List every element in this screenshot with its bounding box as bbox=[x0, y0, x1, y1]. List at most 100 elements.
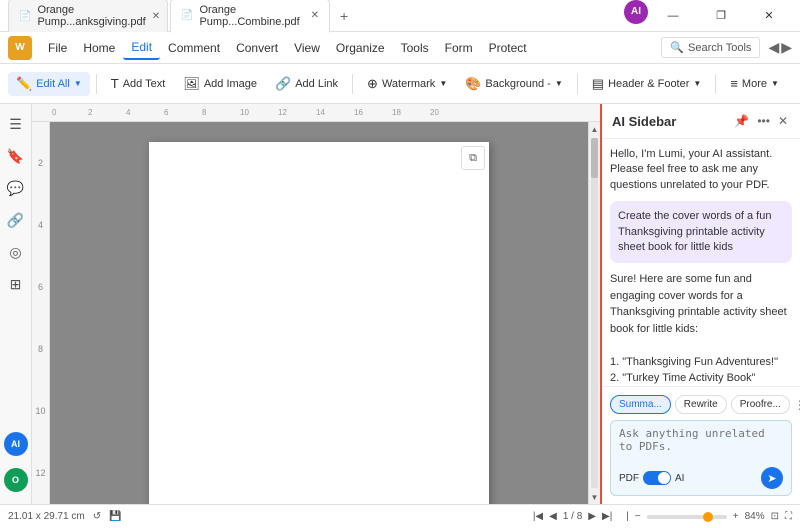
close-button[interactable]: ✕ bbox=[746, 0, 792, 32]
menu-view[interactable]: View bbox=[286, 37, 328, 59]
ai-sidebar-title: AI Sidebar bbox=[612, 114, 676, 129]
ai-close-button[interactable]: ✕ bbox=[776, 112, 790, 130]
menu-home[interactable]: Home bbox=[75, 37, 123, 59]
ruler-top: 0 2 4 6 8 10 12 14 16 18 20 bbox=[32, 104, 600, 122]
menu-comment[interactable]: Comment bbox=[160, 37, 228, 59]
watermark-icon: ⊕ bbox=[367, 76, 378, 92]
watermark-button[interactable]: ⊕ Watermark ▼ bbox=[359, 72, 455, 96]
nav-icon[interactable]: ☰ bbox=[4, 112, 28, 136]
pdf-page: ⧉ bbox=[50, 122, 588, 504]
ruler-left: 2 4 6 8 10 12 bbox=[32, 122, 50, 504]
chevron-down-icon-4: ▼ bbox=[693, 79, 701, 88]
tab-2[interactable]: 📄 Orange Pump...Combine.pdf ✕ bbox=[170, 0, 330, 33]
scroll-bar-right[interactable]: ▲ ▼ bbox=[588, 122, 600, 504]
search-tools[interactable]: 🔍 Search Tools bbox=[661, 37, 760, 58]
ai-tab-list: Summa... Rewrite Proofre... ⋮ bbox=[610, 395, 792, 414]
ai-pdf-label: PDF bbox=[619, 473, 639, 484]
rotate-icon[interactable]: ↺ bbox=[93, 511, 101, 522]
ai-pin-button[interactable]: 📌 bbox=[732, 112, 751, 130]
zoom-slider[interactable] bbox=[647, 515, 727, 519]
settings-icon[interactable]: O bbox=[4, 468, 28, 492]
left-panel: ☰ 🔖 💬 🔗 ◎ ⊞ AI O bbox=[0, 104, 32, 504]
separator-2 bbox=[352, 74, 353, 94]
ai-input-field[interactable] bbox=[619, 427, 783, 463]
header-icon: ▤ bbox=[592, 76, 604, 92]
background-button[interactable]: 🎨 Background - ▼ bbox=[457, 72, 571, 96]
menu-protect[interactable]: Protect bbox=[481, 37, 535, 59]
ai-input-footer: PDF AI ➤ bbox=[619, 467, 783, 489]
ai-sidebar-header: AI Sidebar 📌 ••• ✕ bbox=[602, 104, 800, 139]
add-link-button[interactable]: 🔗 Add Link bbox=[267, 72, 346, 96]
ai-footer: Summa... Rewrite Proofre... ⋮ PDF AI ➤ bbox=[602, 386, 800, 504]
menu-convert[interactable]: Convert bbox=[228, 37, 286, 59]
scroll-up-button[interactable]: ▲ bbox=[589, 122, 600, 136]
comment-icon[interactable]: 💬 bbox=[4, 176, 28, 200]
tab-1[interactable]: 📄 Orange Pump...anksgiving.pdf ✕ bbox=[8, 0, 168, 32]
menu-organize[interactable]: Organize bbox=[328, 37, 393, 59]
nav-last-button[interactable]: ▶| bbox=[602, 511, 612, 522]
ai-button[interactable]: AI bbox=[624, 0, 648, 24]
signature-icon[interactable]: ◎ bbox=[4, 240, 28, 264]
fit-page-button[interactable]: ⊡ bbox=[771, 511, 779, 522]
window-controls: AI — ❐ ✕ bbox=[624, 0, 792, 32]
ai-sidebar-toggle[interactable]: AI bbox=[4, 432, 28, 456]
status-bar: 21.01 x 29.71 cm ↺ 💾 |◀ ◀ 1 / 8 ▶ ▶| | −… bbox=[0, 504, 800, 528]
nav-arrows: ◀ ▶ bbox=[768, 39, 792, 56]
more-button[interactable]: ≡ More ▼ bbox=[722, 72, 787, 95]
back-button[interactable]: ◀ bbox=[768, 39, 779, 56]
ai-toggle-switch[interactable] bbox=[643, 471, 671, 485]
nav-first-button[interactable]: |◀ bbox=[533, 511, 543, 522]
ai-send-button[interactable]: ➤ bbox=[761, 467, 783, 489]
nav-prev-button[interactable]: ◀ bbox=[549, 511, 557, 522]
text-icon: T bbox=[111, 76, 119, 91]
ai-tab-summary[interactable]: Summa... bbox=[610, 395, 671, 414]
tab-1-close[interactable]: ✕ bbox=[152, 11, 160, 22]
ai-greeting-text: Hello, I'm Lumi, your AI assistant. Plea… bbox=[610, 147, 792, 193]
ai-tab-proofread[interactable]: Proofre... bbox=[731, 395, 790, 414]
save-icon[interactable]: 💾 bbox=[109, 511, 121, 522]
scroll-track bbox=[591, 138, 598, 488]
ai-label: AI bbox=[675, 473, 684, 484]
scroll-down-button[interactable]: ▼ bbox=[589, 490, 600, 504]
copy-page-button[interactable]: ⧉ bbox=[461, 146, 485, 170]
ai-pdf-toggle: PDF AI bbox=[619, 471, 684, 485]
header-footer-button[interactable]: ▤ Header & Footer ▼ bbox=[584, 72, 710, 96]
ai-header-buttons: 📌 ••• ✕ bbox=[732, 112, 790, 130]
chevron-down-icon-2: ▼ bbox=[439, 79, 447, 88]
maximize-button[interactable]: ❐ bbox=[698, 0, 744, 32]
tab-2-close[interactable]: ✕ bbox=[311, 10, 319, 21]
edit-all-button[interactable]: ✏️ Edit All ▼ bbox=[8, 72, 90, 96]
title-bar: 📄 Orange Pump...anksgiving.pdf ✕ 📄 Orang… bbox=[0, 0, 800, 32]
ai-menu-button[interactable]: ••• bbox=[755, 112, 772, 130]
status-right: |◀ ◀ 1 / 8 ▶ ▶| | − + 84% ⊡ ⛶ bbox=[533, 511, 792, 522]
menu-tools[interactable]: Tools bbox=[393, 37, 437, 59]
zoom-in-button[interactable]: + bbox=[733, 511, 739, 522]
chevron-down-icon: ▼ bbox=[74, 79, 82, 88]
separator-1 bbox=[96, 74, 97, 94]
menu-file[interactable]: File bbox=[40, 37, 75, 59]
zoom-out-button[interactable]: − bbox=[635, 511, 641, 522]
fullscreen-button[interactable]: ⛶ bbox=[785, 511, 792, 522]
minimize-button[interactable]: — bbox=[650, 0, 696, 32]
nav-next-button[interactable]: ▶ bbox=[588, 511, 596, 522]
add-tab-button[interactable]: + bbox=[332, 4, 356, 28]
bookmark-icon[interactable]: 🔖 bbox=[4, 144, 28, 168]
add-image-button[interactable]: 🖼 Add Image bbox=[175, 72, 265, 96]
zoom-thumb[interactable] bbox=[703, 512, 713, 522]
forward-button[interactable]: ▶ bbox=[781, 39, 792, 56]
layers-icon[interactable]: ⊞ bbox=[4, 272, 28, 296]
menu-edit[interactable]: Edit bbox=[123, 36, 160, 60]
ai-tabs-more[interactable]: ⋮ bbox=[794, 398, 800, 412]
ai-tab-rewrite[interactable]: Rewrite bbox=[675, 395, 727, 414]
scroll-thumb[interactable] bbox=[591, 138, 598, 178]
ai-user-message: Create the cover words of a fun Thanksgi… bbox=[610, 201, 792, 263]
add-text-button[interactable]: T Add Text bbox=[103, 72, 174, 95]
app-logo[interactable]: W bbox=[8, 36, 32, 60]
canvas-area: 0 2 4 6 8 10 12 14 16 18 20 2 4 6 8 10 1… bbox=[32, 104, 600, 504]
chevron-down-icon-3: ▼ bbox=[555, 79, 563, 88]
tab-2-label: Orange Pump...Combine.pdf bbox=[199, 4, 304, 28]
tab-list: 📄 Orange Pump...anksgiving.pdf ✕ 📄 Orang… bbox=[8, 0, 624, 33]
menu-form[interactable]: Form bbox=[437, 37, 481, 59]
toolbar: ✏️ Edit All ▼ T Add Text 🖼 Add Image 🔗 A… bbox=[0, 64, 800, 104]
attachment-icon[interactable]: 🔗 bbox=[4, 208, 28, 232]
